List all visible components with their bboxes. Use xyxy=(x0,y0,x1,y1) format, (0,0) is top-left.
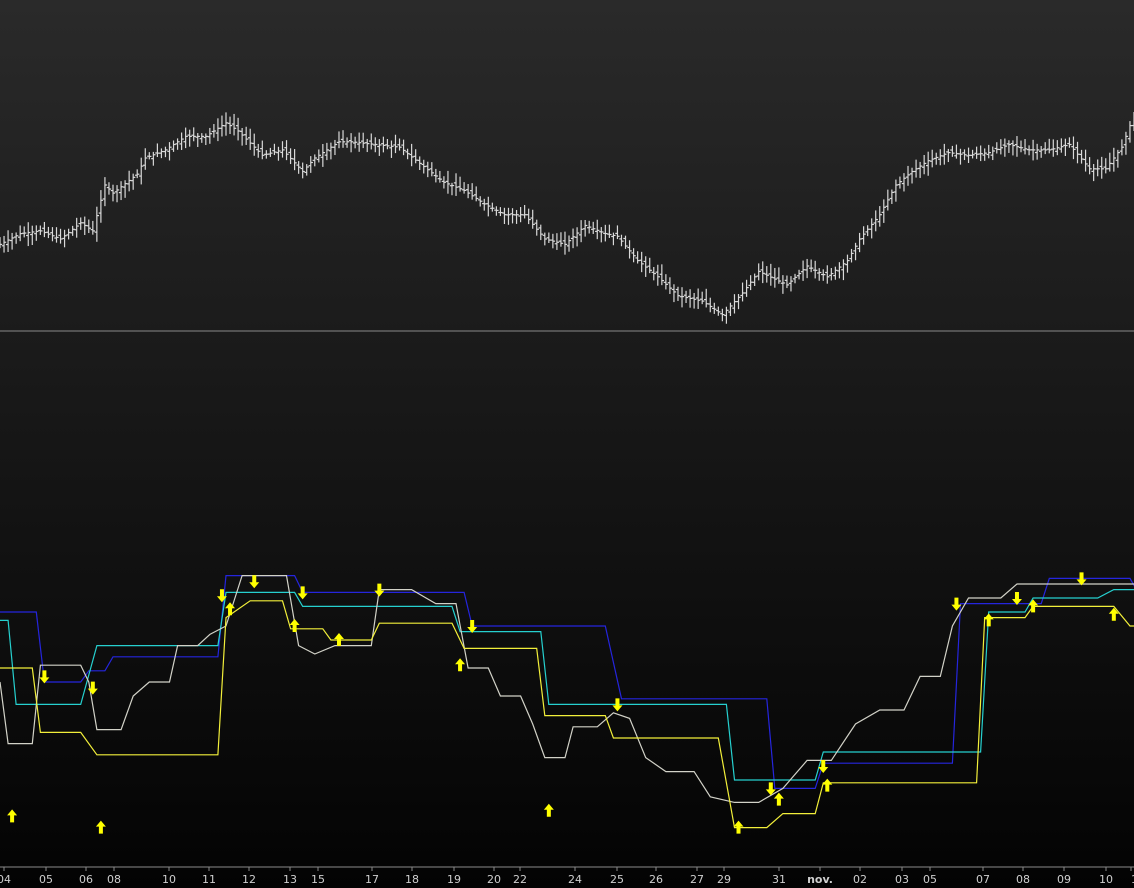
x-tick-label: 11 xyxy=(202,873,216,886)
x-tick-label: 03 xyxy=(895,873,909,886)
x-tick-label: 19 xyxy=(447,873,461,886)
x-tick-label: 31 xyxy=(772,873,786,886)
x-tick-label: 08 xyxy=(107,873,121,886)
x-tick-label: 24 xyxy=(568,873,582,886)
x-tick-label: 27 xyxy=(690,873,704,886)
x-tick-label: 07 xyxy=(976,873,990,886)
x-tick-label: 04 xyxy=(0,873,11,886)
x-tick-label: nov. xyxy=(807,873,833,886)
x-tick-label: 20 xyxy=(487,873,501,886)
x-tick-label: 10 xyxy=(162,873,176,886)
x-tick-label: 29 xyxy=(717,873,731,886)
x-tick-label: 02 xyxy=(853,873,867,886)
x-tick-label: 17 xyxy=(365,873,379,886)
stock-chart: 04 05 06 08 10 11 12 13 15 17 18 19 20 22 24 25 26 27 29 31… xyxy=(0,0,1134,888)
x-tick-label: 10 xyxy=(1099,873,1113,886)
x-tick-label: 25 xyxy=(610,873,624,886)
x-tick-label: 15 xyxy=(311,873,325,886)
x-tick-label: 08 xyxy=(1016,873,1030,886)
x-tick-label: 18 xyxy=(405,873,419,886)
x-tick-label: 05 xyxy=(923,873,937,886)
x-tick-label: 05 xyxy=(39,873,53,886)
x-tick-label: 22 xyxy=(513,873,527,886)
chart-canvas: 04 05 06 08 10 11 12 13 15 17 18 19 20 22 24 25 26 27 29 31… xyxy=(0,0,1134,888)
x-tick-label: 26 xyxy=(649,873,663,886)
x-tick-label: 12 xyxy=(242,873,256,886)
x-tick-label: 06 xyxy=(79,873,93,886)
x-tick-label: 09 xyxy=(1057,873,1071,886)
x-tick-label: 13 xyxy=(283,873,297,886)
